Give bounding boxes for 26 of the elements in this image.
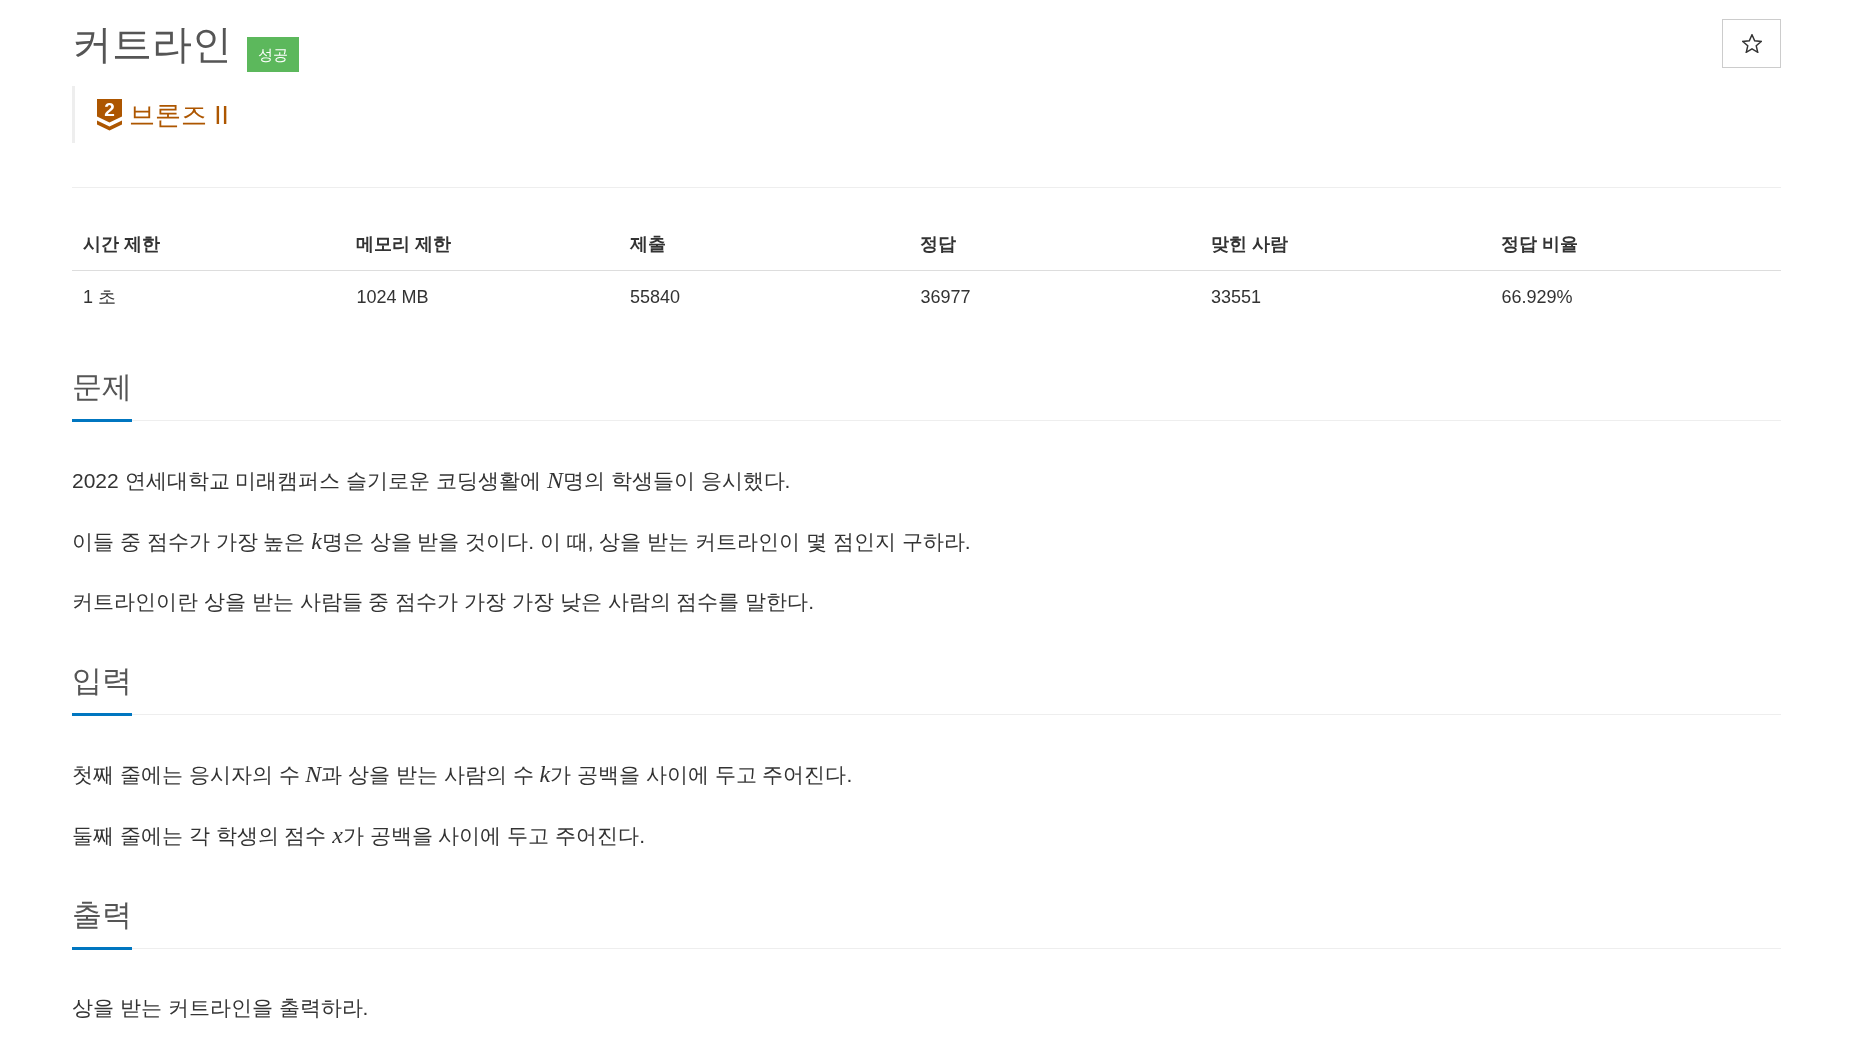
- problem-title: 커트라인: [72, 21, 232, 68]
- table-cell: 1024 MB: [345, 270, 619, 323]
- column-header: 정답: [909, 218, 1200, 271]
- section-heading: 입력: [72, 661, 132, 716]
- section-paragraph: 2022 연세대학교 미래캠퍼스 슬기로운 코딩생활에 N명의 학생들이 응시했다.: [72, 466, 792, 495]
- section-paragraph: 첫째 줄에는 응시자의 수 N과 상을 받는 사람의 수 k가 공백을 사이에 두고 주어진다.: [72, 760, 854, 789]
- section-paragraph: 둘째 줄에는 각 학생의 점수 x가 공백을 사이에 두고 주어진다.: [72, 821, 646, 850]
- table-cell: 66.929%: [1490, 270, 1781, 323]
- section-paragraph: 상을 받는 커트라인을 출력하라.: [72, 995, 370, 1021]
- favorite-button[interactable]: [1722, 19, 1781, 68]
- table-cell: 55840: [618, 270, 910, 323]
- table-cell: 1 초: [72, 270, 346, 323]
- column-header: 시간 제한: [72, 218, 346, 271]
- table-cell: 36977: [909, 270, 1200, 323]
- tier-name: 브론즈 II: [129, 98, 229, 131]
- section-heading: 출력: [72, 895, 132, 950]
- result-badge: 성공: [247, 37, 299, 72]
- column-header: 제출: [618, 218, 910, 271]
- column-header: 정답 비율: [1490, 218, 1781, 271]
- column-header: 맞힌 사람: [1199, 218, 1491, 271]
- section-paragraph: 커트라인이란 상을 받는 사람들 중 점수가 가장 가장 낮은 사람의 점수를 말한다.: [72, 589, 815, 615]
- tier-badge: 2: [97, 98, 122, 131]
- section-heading: 문제: [72, 367, 132, 422]
- table-cell: 33551: [1199, 270, 1491, 323]
- column-header: 메모리 제한: [345, 218, 619, 271]
- section-paragraph: 이들 중 점수가 가장 높은 k명은 상을 받을 것이다. 이 때, 상을 받는 커트라인이 몇 점인지 구하라.: [72, 527, 972, 556]
